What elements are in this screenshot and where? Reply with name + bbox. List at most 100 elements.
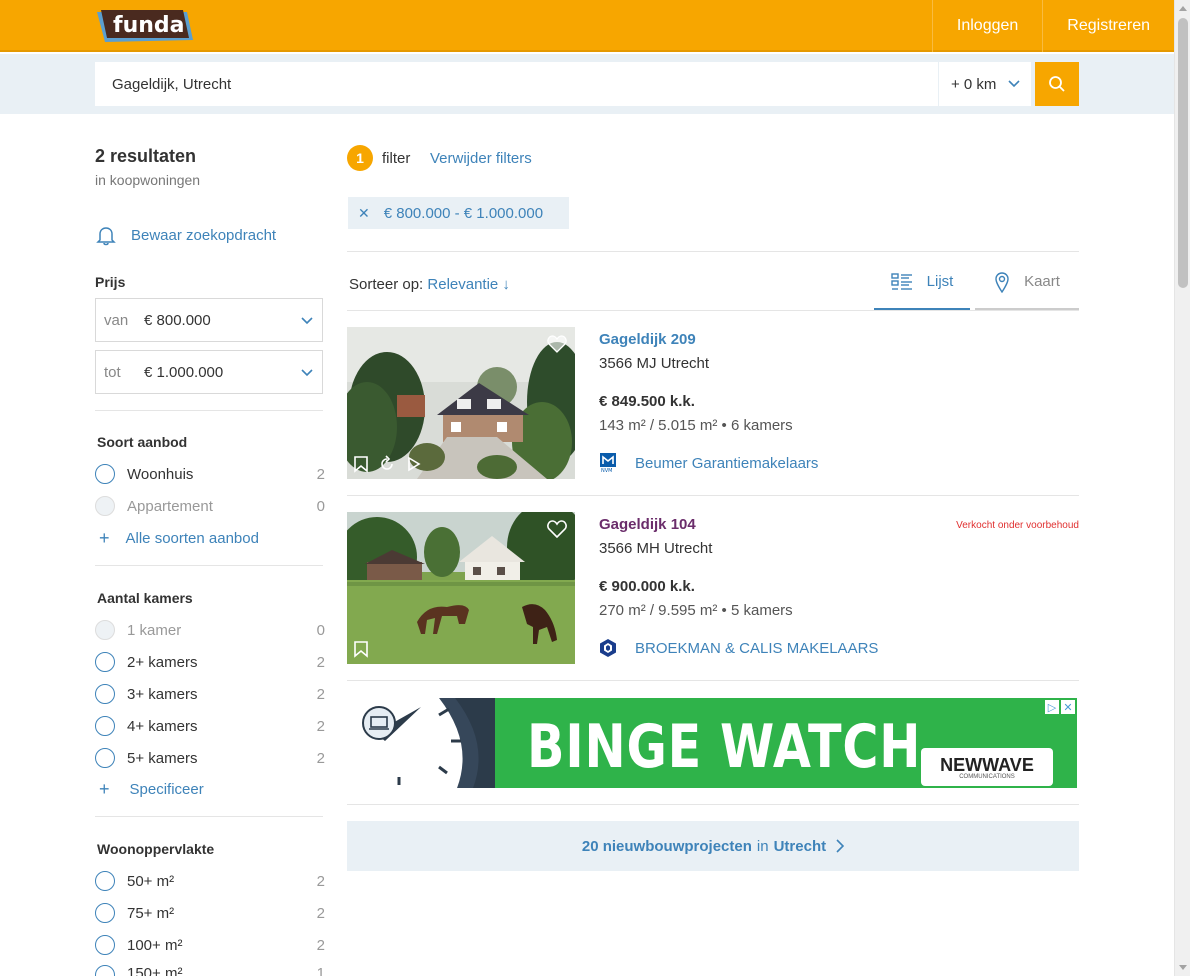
save-search-link[interactable]: Bewaar zoekopdracht [95,224,276,246]
plus-icon: + [99,779,110,799]
listing-agent-link[interactable]: BROEKMAN & CALIS MAKELAARS [599,638,878,658]
radio-button [95,496,115,516]
scroll-up-arrow-icon[interactable] [1179,6,1187,11]
media-icons [352,640,370,658]
radio-button[interactable] [95,716,115,736]
heart-icon[interactable] [547,520,567,538]
play-video-icon[interactable] [404,455,422,473]
option-count: 2 [316,904,325,922]
tab-list[interactable]: Lijst [874,255,970,310]
option-50-m2[interactable]: 50+ m² 2 [95,871,325,891]
page-scrollbar[interactable] [1174,0,1190,976]
option-150-m2[interactable]: 150+ m² 1 [95,965,325,976]
option-75-m2[interactable]: 75+ m² 2 [95,903,325,923]
360-view-icon[interactable] [378,455,396,473]
option-label: 4+ kamers [127,717,198,735]
divider [347,495,1079,496]
listing-address[interactable]: Gageldijk 209 [599,331,696,348]
listing-price: € 849.500 k.k. [599,393,695,410]
link-label: Specificeer [129,781,204,798]
chip-label: € 800.000 - € 1.000.000 [383,204,544,222]
radio-button[interactable] [95,748,115,768]
remove-filters-link[interactable]: Verwijder filters [430,150,532,167]
listing-address[interactable]: Gageldijk 104 [599,516,696,533]
option-label: 150+ m² [127,965,183,976]
agent-name: BROEKMAN & CALIS MAKELAARS [635,639,879,657]
option-label: 1 kamer [127,621,182,639]
ad-brand-logo: NEWWAVE COMMUNICATIONS [921,748,1053,786]
radio-button[interactable] [95,464,115,484]
list-icon [890,272,912,290]
search-input[interactable]: Gageldijk, Utrecht [95,62,938,106]
ad-brand-name: NEWWAVE [940,754,1034,775]
bookmark-icon[interactable] [352,455,370,473]
tab-map[interactable]: Kaart [975,255,1079,310]
account-nav: Inloggen Registreren [931,0,1174,52]
listing-card[interactable]: Gageldijk 209 3566 MJ Utrecht € 849.500 … [347,327,1079,479]
option-label: Woonhuis [127,465,194,483]
filter-label: filter [382,150,411,167]
chevron-down-icon [301,317,313,325]
all-offer-types-link[interactable]: + Alle soorten aanbod [99,528,259,549]
price-to-select[interactable]: tot € 1.000.000 [95,350,323,394]
option-woonhuis[interactable]: Woonhuis 2 [95,464,325,484]
sort-value[interactable]: Relevantie ↓ [427,276,510,293]
newbuild-count: 20 nieuwbouwprojecten [581,837,752,855]
radio-button[interactable] [95,965,115,976]
specify-rooms-link[interactable]: + Specificeer [99,779,204,800]
logo-text: funda [113,13,185,38]
divider [95,816,323,817]
heart-icon[interactable] [547,335,567,353]
option-3-kamers[interactable]: 3+ kamers 2 [95,684,325,704]
option-count: 0 [316,621,325,639]
radio-button[interactable] [95,871,115,891]
listing-card[interactable]: Gageldijk 104 Verkocht onder voorbehoud … [347,512,1079,664]
price-from-select[interactable]: van € 800.000 [95,298,323,342]
tab-list-label: Lijst [926,273,954,290]
register-link[interactable]: Registreren [1042,0,1174,52]
divider [347,251,1079,252]
radio-button[interactable] [95,684,115,704]
listing-photo[interactable] [347,512,575,664]
radio-button[interactable] [95,903,115,923]
ad-controls: ▷ ✕ [1045,700,1075,714]
newbuild-city: Utrecht [773,837,827,855]
scroll-down-arrow-icon[interactable] [1179,965,1187,970]
option-5-kamers[interactable]: 5+ kamers 2 [95,748,325,768]
option-label: 3+ kamers [127,685,198,703]
funda-logo[interactable]: funda [95,8,195,44]
active-filter-chip[interactable]: ✕ € 800.000 - € 1.000.000 [348,197,569,229]
login-link[interactable]: Inloggen [931,0,1042,52]
search-button[interactable] [1035,62,1079,106]
ad-close-icon[interactable]: ✕ [1061,700,1075,714]
option-count: 2 [316,465,325,483]
option-100-m2[interactable]: 100+ m² 2 [95,935,325,955]
listing-photo[interactable] [347,327,575,479]
listing-specs: 143 m² / 5.015 m² • 6 kamers [599,417,793,434]
option-label: Appartement [127,497,213,515]
ad-headline: BINGE WATCH [527,712,922,782]
price-to-label: tot [104,363,121,381]
bookmark-icon[interactable] [352,640,370,658]
scroll-thumb[interactable] [1178,18,1188,288]
option-4-kamers[interactable]: 4+ kamers 2 [95,716,325,736]
radio-button[interactable] [95,935,115,955]
advertisement-banner[interactable]: BINGE WATCH NEWWAVE COMMUNICATIONS ▷ ✕ [349,698,1077,788]
ad-choices-icon[interactable]: ▷ [1045,700,1059,714]
listing-agent-link[interactable]: NVM Beumer Garantiemakelaars [599,453,818,473]
result-subtitle: in koopwoningen [95,172,201,188]
radio-button[interactable] [95,652,115,672]
link-label: Alle soorten aanbod [125,530,259,547]
plus-icon: + [99,528,110,548]
close-icon[interactable]: ✕ [358,205,370,222]
price-from-label: van [104,311,129,329]
result-count: 2 resultaten [95,146,197,166]
agent-name: Beumer Garantiemakelaars [635,454,819,472]
rooms-title: Aantal kamers [97,590,193,606]
option-count: 2 [316,653,325,671]
sort-control[interactable]: Sorteer op: Relevantie ↓ [349,276,510,293]
new-construction-banner[interactable]: 20 nieuwbouwprojecten in Utrecht [347,821,1079,871]
radius-value: + 0 km [951,75,997,93]
radius-select[interactable]: + 0 km [939,62,1031,106]
option-2-kamers[interactable]: 2+ kamers 2 [95,652,325,672]
